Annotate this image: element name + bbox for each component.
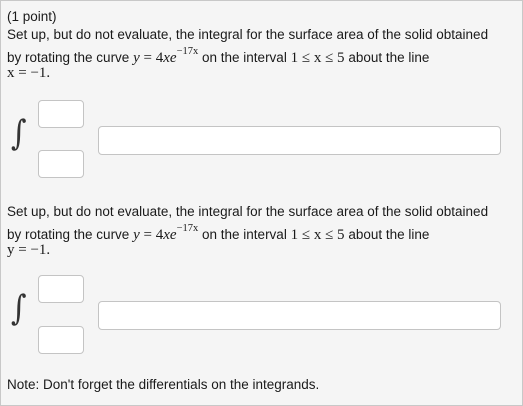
q1-axis-line: x = −1.: [7, 65, 51, 81]
points-label: (1 point): [7, 9, 57, 24]
q1-upper-limit-input[interactable]: [38, 100, 84, 128]
q1-integral-icon: ∫: [11, 113, 27, 154]
q2-exponent: −17x: [176, 223, 199, 234]
q2-prompt-line1: Set up, but do not evaluate, the integra…: [7, 204, 489, 219]
q2-curve: y = 4xe−17x: [133, 223, 199, 243]
q1-mid: on the interval: [202, 50, 287, 65]
q2-mid: on the interval: [202, 227, 287, 242]
q1-interval: 1 ≤ x ≤ 5: [290, 50, 345, 66]
q2-suffix: about the line: [348, 227, 430, 242]
q2-integral-icon: ∫: [11, 288, 27, 329]
q1-exponent: −17x: [176, 46, 199, 57]
q1-prefix: by rotating the curve: [7, 50, 130, 65]
q2-prompt-line2: by rotating the curve y = 4xe−17x on the…: [7, 223, 429, 243]
q1-prompt-line2: by rotating the curve y = 4xe−17x on the…: [7, 46, 429, 66]
q2-integrand-input[interactable]: [98, 301, 501, 330]
q2-interval: 1 ≤ x ≤ 5: [290, 227, 345, 243]
q1-curve: y = 4xe−17x: [133, 46, 199, 66]
q1-prompt-line1: Set up, but do not evaluate, the integra…: [7, 27, 489, 42]
q2-upper-limit-input[interactable]: [38, 275, 84, 303]
q2-lower-limit-input[interactable]: [38, 326, 84, 354]
q1-integrand-input[interactable]: [98, 126, 501, 155]
note-text: Note: Don't forget the differentials on …: [7, 377, 320, 392]
q2-axis-line: y = −1.: [7, 242, 51, 258]
problem-panel: (1 point) Set up, but do not evaluate, t…: [0, 0, 523, 406]
q1-suffix: about the line: [348, 50, 430, 65]
q2-prefix: by rotating the curve: [7, 227, 130, 242]
q1-lower-limit-input[interactable]: [38, 150, 84, 178]
